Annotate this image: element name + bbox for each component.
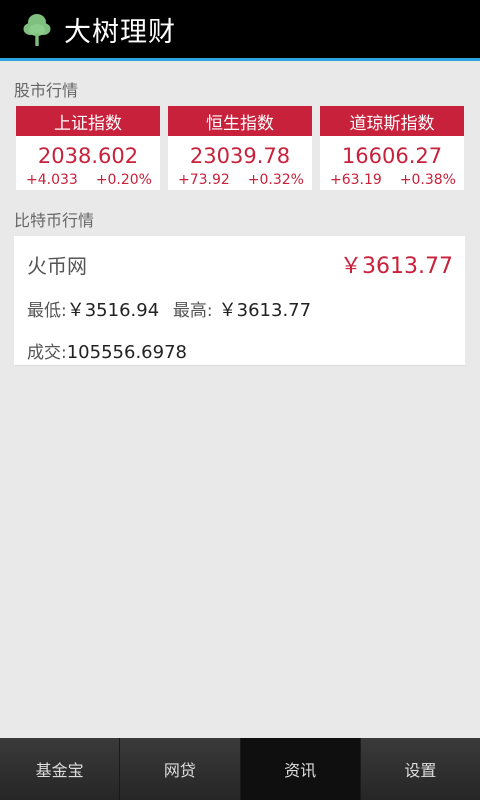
btc-price: ￥3613.77 (340, 254, 453, 279)
index-changes: +4.033 +0.20% (16, 172, 160, 188)
btc-quote-card[interactable]: 火币网 ￥3613.77 最低:￥3516.94 最高: ￥3613.77 成交:… (14, 236, 465, 366)
index-name: 恒生指数 (168, 106, 312, 136)
stock-section-label: 股市行情 (14, 81, 79, 100)
app-title: 大树理财 (64, 16, 176, 48)
tab-fund[interactable]: 基金宝 (0, 738, 121, 800)
index-name: 道琼斯指数 (320, 106, 464, 136)
btc-volume-line: 成交:105556.6978 (27, 338, 187, 363)
btc-high-value: ￥3613.77 (218, 300, 312, 321)
index-change: +4.033 (26, 172, 78, 188)
tab-settings[interactable]: 设置 (360, 738, 480, 800)
index-change-pct: +0.38% (399, 172, 456, 188)
stock-index-row: 上证指数 2038.602 +4.033 +0.20% 恒生指数 23039.7… (16, 106, 464, 190)
btc-range-line: 最低:￥3516.94 最高: ￥3613.77 (27, 296, 311, 322)
tree-icon (22, 11, 52, 47)
index-name: 上证指数 (16, 106, 160, 136)
title-bar: 大树理财 (0, 0, 480, 61)
index-value: 23039.78 (189, 144, 291, 168)
index-changes: +63.19 +0.38% (320, 172, 464, 188)
index-value: 16606.27 (341, 144, 443, 168)
index-value: 2038.602 (37, 144, 139, 168)
index-change-pct: +0.32% (247, 172, 304, 188)
bottom-tab-bar: 基金宝 网贷 资讯 设置 (0, 738, 480, 800)
btc-volume-label: 成交: (27, 343, 67, 363)
btc-high-label: 最高: (172, 301, 213, 321)
title-accent-line (0, 58, 480, 61)
index-card-hangseng[interactable]: 恒生指数 23039.78 +73.92 +0.32% (168, 106, 312, 190)
index-card-dowjones[interactable]: 道琼斯指数 16606.27 +63.19 +0.38% (320, 106, 464, 190)
btc-low-value: ￥3516.94 (66, 300, 160, 321)
index-change: +63.19 (330, 172, 382, 188)
index-change-pct: +0.20% (95, 172, 152, 188)
index-change: +73.92 (178, 172, 230, 188)
index-card-shanghai[interactable]: 上证指数 2038.602 +4.033 +0.20% (16, 106, 160, 190)
index-changes: +73.92 +0.32% (168, 172, 312, 188)
btc-section-label: 比特币行情 (14, 211, 95, 230)
tab-p2p-loan[interactable]: 网贷 (120, 738, 241, 800)
btc-volume-value: 105556.6978 (66, 342, 187, 363)
btc-low-label: 最低: (27, 301, 67, 321)
btc-exchange-name: 火币网 (27, 254, 87, 278)
tab-news[interactable]: 资讯 (240, 738, 361, 800)
